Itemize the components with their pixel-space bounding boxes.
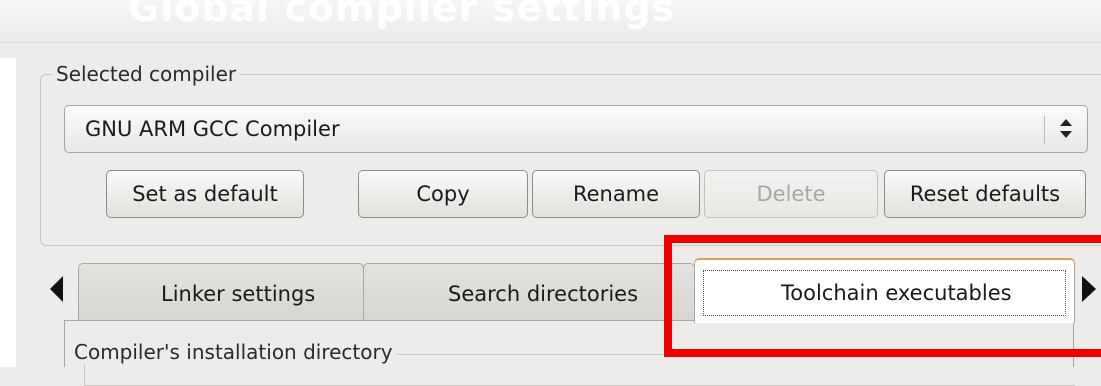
installation-directory-legend: Compiler's installation directory: [70, 340, 397, 364]
rename-button[interactable]: Rename: [532, 170, 700, 218]
tab-search-directories[interactable]: Search directories: [363, 263, 695, 321]
copy-button[interactable]: Copy: [358, 170, 528, 218]
tab-search-directories-label: Search directories: [448, 282, 639, 306]
up-down-arrows-icon: [1059, 113, 1073, 145]
set-as-default-label: Set as default: [132, 182, 278, 206]
compiler-select[interactable]: GNU ARM GCC Compiler: [64, 105, 1088, 153]
set-as-default-button[interactable]: Set as default: [106, 170, 304, 218]
tab-linker-settings-label: Linker settings: [161, 282, 316, 306]
reset-defaults-label: Reset defaults: [909, 182, 1061, 206]
dialog-title: Global compiler settings: [128, 0, 676, 30]
selected-compiler-legend: Selected compiler: [52, 62, 241, 86]
tab-toolchain-executables-label: Toolchain executables: [781, 281, 1012, 305]
combo-separator: [1044, 116, 1045, 144]
compiler-select-value: GNU ARM GCC Compiler: [85, 117, 340, 141]
tab-linker-settings[interactable]: Linker settings: [78, 263, 364, 321]
copy-label: Copy: [416, 182, 470, 206]
reset-defaults-button[interactable]: Reset defaults: [884, 170, 1086, 218]
tab-scroll-right-icon[interactable]: [1082, 276, 1096, 302]
delete-button[interactable]: Delete: [704, 170, 878, 218]
delete-label: Delete: [756, 182, 826, 206]
left-panel-edge: [0, 58, 16, 367]
tab-toolchain-executables[interactable]: Toolchain executables: [694, 258, 1075, 323]
tab-scroll-left-icon[interactable]: [50, 276, 63, 302]
rename-label: Rename: [572, 182, 660, 206]
selected-compiler-group: [40, 74, 1101, 246]
dialog-header: Global compiler settings: [0, 0, 1101, 43]
